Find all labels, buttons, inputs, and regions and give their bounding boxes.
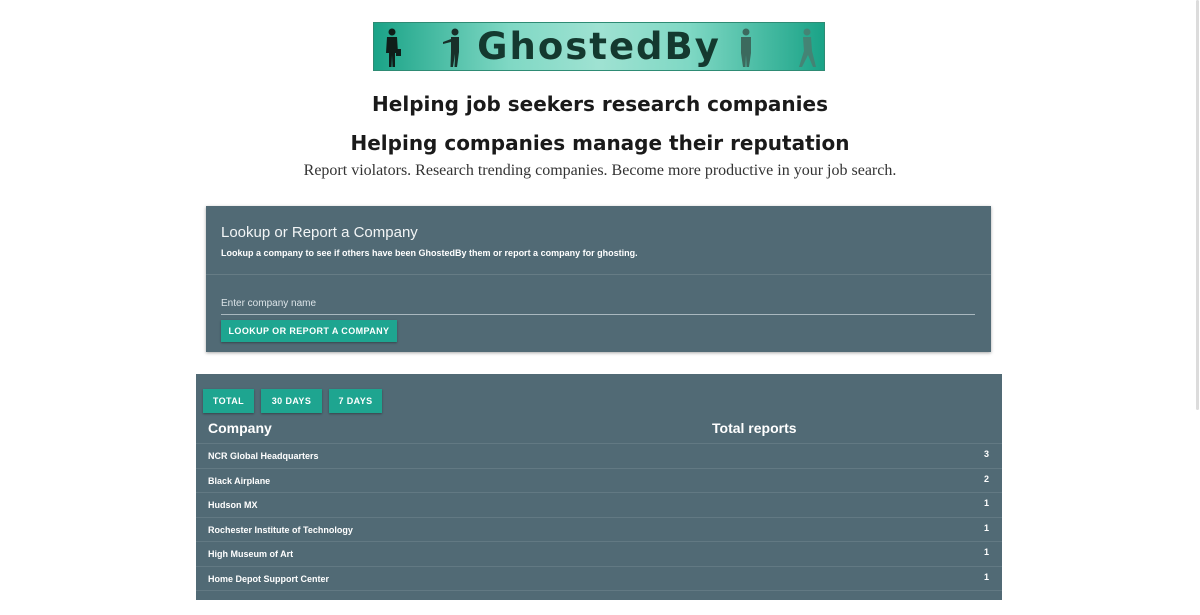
hero-tagline: Report violators. Research trending comp… (303, 162, 897, 179)
card-divider (206, 274, 991, 275)
company-name[interactable]: NCR Global Headquarters (208, 451, 319, 461)
pointing-man-silhouette-icon (443, 28, 459, 67)
page-scrollbar[interactable] (1194, 0, 1200, 600)
column-header-company: Company (208, 420, 272, 436)
table-row[interactable]: Home Depot Support Center 1 (196, 566, 1002, 591)
lookup-subtitle: Lookup a company to see if others have b… (221, 248, 638, 258)
tab-7-days[interactable]: 7 DAYS (329, 389, 382, 413)
company-name[interactable]: Black Airplane (208, 476, 270, 486)
company-name[interactable]: Hudson MX (208, 500, 258, 510)
table-row[interactable]: Hudson MX 1 (196, 492, 1002, 517)
walking-man-silhouette-icon (799, 28, 816, 67)
report-count: 1 (983, 572, 989, 582)
report-count: 1 (983, 498, 989, 508)
businessman-silhouette-icon (386, 28, 401, 67)
company-name[interactable]: High Museum of Art (208, 549, 293, 559)
logo-text: GhostedBy (477, 25, 721, 68)
tab-30-days[interactable]: 30 DAYS (261, 389, 322, 413)
lookup-title: Lookup or Report a Company (221, 224, 418, 241)
report-count: 2 (983, 474, 989, 484)
column-header-total-reports: Total reports (712, 420, 797, 436)
lookup-card: Lookup or Report a Company Lookup a comp… (206, 206, 991, 352)
company-name[interactable]: Home Depot Support Center (208, 574, 329, 584)
table-row[interactable]: Black Airplane 2 (196, 468, 1002, 493)
table-row[interactable]: Rochester Institute of Technology 1 (196, 517, 1002, 542)
table-row-partial[interactable] (196, 590, 1002, 615)
hero-heading-companies: Helping companies manage their reputatio… (350, 131, 850, 155)
table-row[interactable]: NCR Global Headquarters 3 (196, 443, 1002, 468)
logo-banner: GhostedBy (373, 22, 825, 71)
company-name-input[interactable] (221, 292, 975, 315)
table-row[interactable]: High Museum of Art 1 (196, 541, 1002, 566)
report-count: 3 (983, 449, 989, 459)
company-name[interactable]: Rochester Institute of Technology (208, 525, 353, 535)
lookup-or-report-button[interactable]: LOOKUP OR REPORT A COMPANY (221, 320, 397, 342)
hero-heading-job-seekers: Helping job seekers research companies (372, 92, 828, 116)
scrollbar-thumb[interactable] (1196, 0, 1199, 410)
faded-man-silhouette-icon (741, 28, 751, 67)
stats-table-panel: TOTAL 30 DAYS 7 DAYS Company Total repor… (196, 374, 1002, 600)
tab-total[interactable]: TOTAL (203, 389, 254, 413)
report-count: 1 (983, 547, 989, 557)
report-count: 1 (983, 523, 989, 533)
